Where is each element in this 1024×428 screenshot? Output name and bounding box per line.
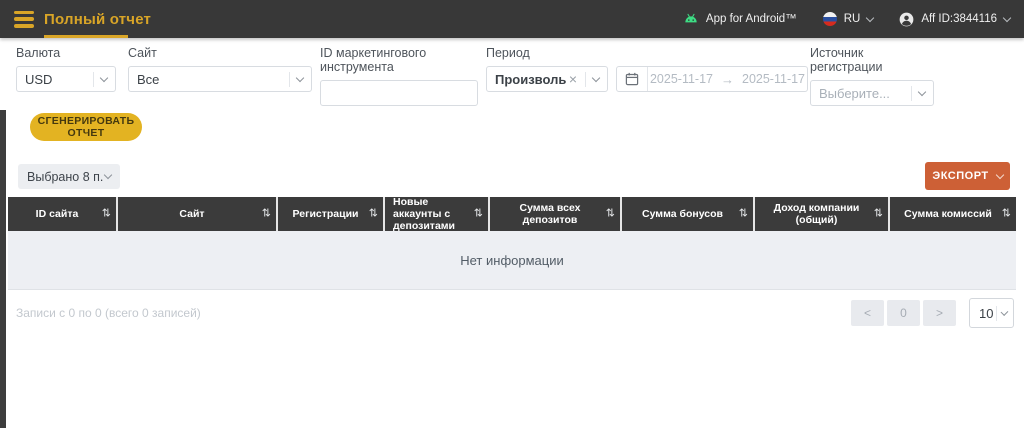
language-switcher[interactable]: RU — [823, 12, 874, 26]
column-label: Новые аккаунты с депозитами — [393, 196, 472, 232]
topbar: Полный отчет App for Android™ RU — [0, 0, 1024, 38]
period-select[interactable]: Произвольн... × — [486, 66, 608, 92]
column-label: Сайт — [179, 208, 204, 220]
divider — [93, 72, 94, 87]
table-footer: Записи с 0 по 0 (всего 0 записей) < 0 > … — [8, 296, 1016, 330]
site-value: Все — [137, 72, 283, 87]
clear-icon[interactable]: × — [569, 72, 577, 86]
sort-icon[interactable]: ⇅ — [102, 208, 111, 221]
column-header-bonus-sum[interactable]: Сумма бонусов ⇅ — [622, 197, 755, 231]
chevron-down-icon — [866, 13, 874, 21]
columns-selected-dropdown[interactable]: Выбрано 8 п. — [18, 164, 120, 189]
records-info: Записи с 0 по 0 (всего 0 записей) — [8, 306, 201, 320]
period-label: Период — [486, 46, 608, 60]
page: Полный отчет App for Android™ RU — [0, 0, 1024, 428]
flag-ru-icon — [823, 12, 837, 26]
chevron-down-icon — [104, 171, 112, 179]
column-header-deposits-sum[interactable]: Сумма всех депозитов ⇅ — [490, 197, 622, 231]
pagination: < 0 > 10 — [851, 298, 1016, 328]
date-to[interactable]: 2025-11-17 — [742, 72, 805, 86]
sort-icon[interactable]: ⇅ — [739, 208, 748, 221]
filters-bar: Валюта USD Сайт Все ID маркетингового ин… — [0, 38, 1024, 110]
user-icon — [899, 12, 914, 27]
column-header-registrations[interactable]: Регистрации ⇅ — [278, 197, 385, 231]
period-filter: Период Произвольн... × — [486, 46, 608, 92]
divider — [289, 72, 290, 87]
sort-icon[interactable]: ⇅ — [369, 208, 378, 221]
divider — [585, 72, 586, 87]
pagination-page-button[interactable]: 0 — [887, 300, 920, 326]
sort-icon[interactable]: ⇅ — [1002, 208, 1011, 221]
column-header-site-id[interactable]: ID сайта ⇅ — [8, 197, 118, 231]
marketing-tool-input[interactable] — [320, 80, 478, 106]
currency-label: Валюта — [16, 46, 116, 60]
chevron-down-icon — [995, 171, 1003, 179]
report-table: ID сайта ⇅ Сайт ⇅ Регистрации ⇅ Новые ак… — [8, 197, 1016, 290]
registration-source-select[interactable]: Выберите... — [810, 80, 934, 106]
site-select[interactable]: Все — [128, 66, 312, 92]
sort-icon[interactable]: ⇅ — [606, 208, 615, 221]
chevron-down-icon — [592, 73, 600, 81]
divider — [911, 86, 912, 101]
chevron-down-icon — [1001, 308, 1009, 316]
table-empty-state: Нет информации — [8, 231, 1016, 290]
hamburger-menu-icon[interactable] — [14, 11, 34, 28]
pagination-prev-button[interactable]: < — [851, 300, 884, 326]
date-range-picker[interactable]: 2025-11-17 → 2025-11-17 — [616, 66, 808, 92]
currency-value: USD — [25, 72, 87, 87]
active-tab-underline — [44, 35, 128, 38]
column-header-new-accounts[interactable]: Новые аккаунты с депозитами ⇅ — [385, 197, 490, 231]
chevron-down-icon — [296, 73, 304, 81]
export-label: ЭКСПОРТ — [932, 170, 988, 182]
table-header-row: ID сайта ⇅ Сайт ⇅ Регистрации ⇅ Новые ак… — [8, 197, 1016, 231]
page-size-value: 10 — [979, 306, 993, 321]
column-label: Регистрации — [292, 208, 358, 220]
date-range-label — [616, 46, 808, 60]
sort-icon[interactable]: ⇅ — [262, 208, 271, 221]
marketing-tool-filter: ID маркетингового инструмента — [320, 46, 478, 106]
date-range-values: 2025-11-17 → 2025-11-17 — [648, 72, 807, 87]
sort-icon[interactable]: ⇅ — [874, 208, 883, 221]
account-label: Aff ID:3844116 — [921, 13, 997, 25]
column-label: ID сайта — [36, 208, 79, 220]
period-value: Произвольн... — [495, 72, 567, 87]
empty-state-text: Нет информации — [460, 253, 564, 268]
date-from[interactable]: 2025-11-17 — [650, 72, 713, 86]
site-label: Сайт — [128, 46, 312, 60]
column-label: Сумма комиссий — [904, 208, 992, 220]
site-filter: Сайт Все — [128, 46, 312, 92]
marketing-tool-label: ID маркетингового инструмента — [320, 46, 478, 74]
language-label: RU — [844, 13, 861, 25]
registration-source-label: Источник регистрации — [810, 46, 934, 74]
page-title: Полный отчет — [44, 11, 151, 28]
column-label: Доход компании (общий) — [761, 202, 872, 226]
registration-source-placeholder: Выберите... — [819, 86, 905, 101]
currency-select[interactable]: USD — [16, 66, 116, 92]
calendar-icon — [617, 67, 648, 91]
chevron-down-icon — [1003, 13, 1011, 21]
pagination-next-button[interactable]: > — [923, 300, 956, 326]
topbar-right: App for Android™ RU Aff ID:3844116 — [683, 12, 1010, 27]
column-header-commission-sum[interactable]: Сумма комиссий ⇅ — [890, 197, 1016, 231]
chevron-down-icon — [100, 73, 108, 81]
date-range-filter: 2025-11-17 → 2025-11-17 — [616, 46, 808, 92]
android-app-label: App for Android™ — [706, 13, 797, 25]
registration-source-filter: Источник регистрации Выберите... — [810, 46, 934, 106]
column-header-company-income[interactable]: Доход компании (общий) ⇅ — [755, 197, 890, 231]
android-app-link[interactable]: App for Android™ — [683, 12, 797, 26]
column-header-site[interactable]: Сайт ⇅ — [118, 197, 278, 231]
arrow-right-icon: → — [721, 72, 734, 87]
android-icon — [683, 12, 699, 26]
columns-selected-value: Выбрано 8 п. — [27, 170, 105, 184]
sort-icon[interactable]: ⇅ — [474, 208, 483, 221]
chevron-down-icon — [918, 87, 926, 95]
account-menu[interactable]: Aff ID:3844116 — [899, 12, 1010, 27]
export-button[interactable]: ЭКСПОРТ — [925, 162, 1010, 190]
column-label: Сумма бонусов — [642, 208, 723, 220]
currency-filter: Валюта USD — [16, 46, 116, 92]
page-size-select[interactable]: 10 — [969, 298, 1014, 328]
divider — [996, 306, 997, 321]
generate-report-button[interactable]: СГЕНЕРИРОВАТЬ ОТЧЕТ — [30, 113, 142, 141]
column-label: Сумма всех депозитов — [496, 202, 604, 226]
